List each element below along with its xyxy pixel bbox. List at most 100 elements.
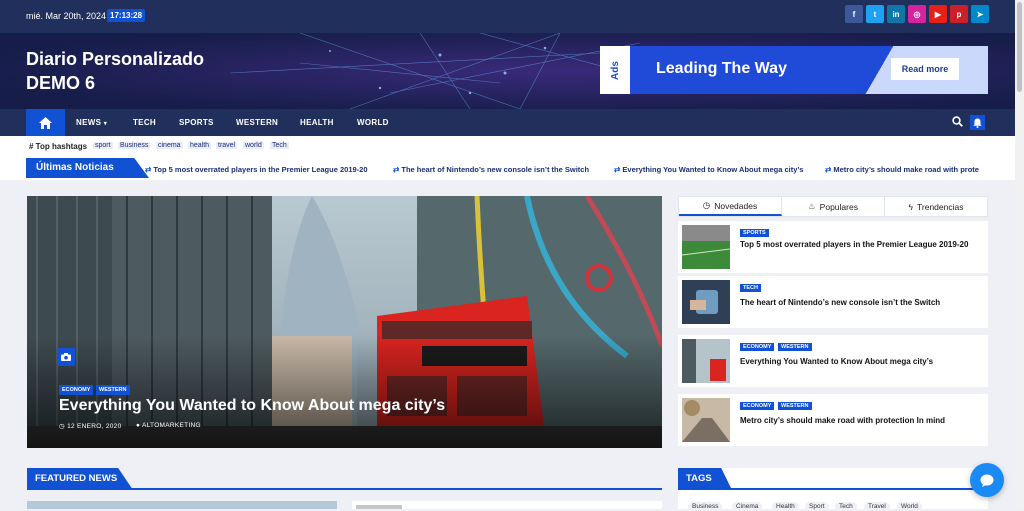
- nav-item-news[interactable]: NEWS ▾: [76, 118, 107, 127]
- hero-date: ◷ 12 ENERO, 2020: [59, 423, 122, 430]
- hashtags-label: # Top hashtags: [29, 142, 88, 151]
- ad-tag: Ads: [600, 46, 630, 94]
- hero-title[interactable]: Everything You Wanted to Know About mega…: [59, 397, 445, 415]
- featured-news-section: FEATURED NEWS: [27, 468, 662, 490]
- main-navigation: NEWS ▾ TECH SPORTS WESTERN HEALTH WORLD: [0, 109, 1015, 136]
- post-title[interactable]: Metro city’s should make road with prote…: [740, 414, 972, 427]
- card-thumbnail: [356, 505, 402, 509]
- chevron-down-icon: ▾: [103, 121, 108, 127]
- post-category[interactable]: TECH: [740, 284, 761, 292]
- clock-icon: ◷: [59, 423, 65, 430]
- hero-post[interactable]: ECONOMY WESTERN Everything You Wanted to…: [27, 196, 662, 448]
- tag-chip[interactable]: Sport: [805, 502, 829, 511]
- post-title[interactable]: The heart of Nintendo’s new console isn’…: [740, 296, 972, 309]
- hashtags-bar: # Top hashtags sport Business cinema hea…: [0, 136, 1015, 157]
- social-links: f t in ◎ ▶ p ➤: [845, 5, 989, 23]
- nav-item-western[interactable]: WESTERN: [236, 118, 278, 127]
- tab-novedades[interactable]: ◷ Novedades: [679, 197, 782, 216]
- tag-chip[interactable]: Business: [688, 502, 723, 511]
- tags-header: TAGS: [678, 468, 988, 490]
- post-title[interactable]: Top 5 most overrated players in the Prem…: [740, 238, 972, 251]
- tab-populares[interactable]: ♨ Populares: [782, 197, 885, 216]
- header-ad-banner[interactable]: Ads Leading The Way Read more: [600, 46, 988, 94]
- site-header: Diario Personalizado DEMO 6 Ads Leading …: [0, 33, 1015, 109]
- featured-card[interactable]: [27, 501, 337, 509]
- tags-title: TAGS: [678, 468, 732, 490]
- hero-category-western[interactable]: WESTERN: [96, 385, 130, 395]
- clock-icon: ◷: [702, 200, 711, 210]
- list-item[interactable]: ECONOMY WESTERN Everything You Wanted to…: [678, 335, 988, 387]
- post-category[interactable]: ECONOMY: [740, 343, 775, 351]
- nav-item-tech[interactable]: TECH: [133, 118, 156, 127]
- post-thumbnail: [682, 225, 730, 269]
- tag-chip[interactable]: Travel: [864, 502, 890, 511]
- tag-chip[interactable]: Tech: [835, 502, 857, 511]
- nav-item-world[interactable]: WORLD: [357, 118, 389, 127]
- hashtag-health[interactable]: health: [188, 142, 212, 149]
- featured-card[interactable]: [352, 501, 662, 509]
- nav-item-sports[interactable]: SPORTS: [179, 118, 214, 127]
- twitter-icon[interactable]: t: [866, 5, 884, 23]
- site-title-line2: DEMO 6: [26, 73, 96, 93]
- chat-button[interactable]: [970, 463, 1004, 497]
- tag-chip[interactable]: Health: [772, 502, 799, 511]
- hashtag-tech[interactable]: Tech: [270, 142, 289, 149]
- fire-icon: ♨: [808, 201, 816, 211]
- list-item[interactable]: SPORTS Top 5 most overrated players in t…: [678, 221, 988, 273]
- instagram-icon[interactable]: ◎: [908, 5, 926, 23]
- site-title-line1: Diario Personalizado: [26, 49, 205, 69]
- sidebar-tabs: ◷ Novedades ♨ Populares ϟ Trendencias: [678, 196, 988, 217]
- post-thumbnail: [682, 339, 730, 383]
- hashtag-sport[interactable]: sport: [93, 142, 113, 149]
- home-icon: [39, 116, 52, 129]
- ticker-label: Últimas Noticias: [26, 158, 149, 178]
- ticker-item[interactable]: ⇄ Top 5 most overrated players in the Pr…: [145, 165, 368, 174]
- tab-trendencias[interactable]: ϟ Trendencias: [885, 197, 987, 216]
- bolt-icon: ϟ: [908, 201, 914, 212]
- hashtag-world[interactable]: world: [243, 142, 264, 149]
- home-button[interactable]: [26, 109, 65, 136]
- pinterest-icon[interactable]: p: [950, 5, 968, 23]
- tag-chip[interactable]: World: [897, 502, 922, 511]
- post-thumbnail: [682, 280, 730, 324]
- list-item[interactable]: TECH The heart of Nintendo’s new console…: [678, 276, 988, 328]
- featured-news-title: FEATURED NEWS: [27, 468, 133, 490]
- site-title[interactable]: Diario Personalizado DEMO 6: [26, 47, 204, 95]
- tags-widget: TAGS Business Cinema Health Sport Tech T…: [678, 468, 988, 511]
- post-category[interactable]: WESTERN: [778, 402, 812, 410]
- facebook-icon[interactable]: f: [845, 5, 863, 23]
- current-date: mié. Mar 20th, 2024: [26, 11, 107, 21]
- ad-read-more-button[interactable]: Read more: [891, 58, 959, 80]
- hashtag-cinema[interactable]: cinema: [156, 142, 183, 149]
- telegram-icon[interactable]: ➤: [971, 5, 989, 23]
- post-category[interactable]: ECONOMY: [740, 402, 775, 410]
- hero-author[interactable]: ● ALTOMARKETING: [136, 422, 201, 429]
- tag-chip[interactable]: Cinema: [732, 502, 763, 511]
- ticker-item[interactable]: ⇄ The heart of Nintendo’s new console is…: [393, 165, 589, 174]
- ad-headline: Leading The Way: [656, 60, 787, 77]
- bell-icon: [973, 118, 982, 128]
- latest-news-ticker: Últimas Noticias ⇄ Top 5 most overrated …: [0, 157, 1015, 180]
- chat-icon: [980, 474, 994, 487]
- post-title[interactable]: Everything You Wanted to Know About mega…: [740, 355, 972, 368]
- top-bar: mié. Mar 20th, 2024 17:13:28 f t in ◎ ▶ …: [0, 0, 1015, 33]
- list-item[interactable]: ECONOMY WESTERN Metro city’s should make…: [678, 394, 988, 446]
- hashtag-business[interactable]: Business: [118, 142, 151, 149]
- post-category[interactable]: WESTERN: [778, 343, 812, 351]
- user-icon: ●: [136, 422, 141, 429]
- scrollbar-thumb[interactable]: [1017, 2, 1022, 92]
- nav-item-health[interactable]: HEALTH: [300, 118, 334, 127]
- post-category[interactable]: SPORTS: [740, 229, 769, 237]
- youtube-icon[interactable]: ▶: [929, 5, 947, 23]
- hero-category-economy[interactable]: ECONOMY: [59, 385, 94, 395]
- ticker-item[interactable]: ⇄ Metro city’s should make road with pro…: [825, 165, 979, 174]
- post-thumbnail: [682, 398, 730, 442]
- linkedin-icon[interactable]: in: [887, 5, 905, 23]
- notification-button[interactable]: [970, 115, 985, 130]
- current-time: 17:13:28: [107, 9, 146, 22]
- camera-icon: [57, 348, 75, 366]
- ticker-item[interactable]: ⇄ Everything You Wanted to Know About me…: [614, 165, 803, 174]
- hashtag-travel[interactable]: travel: [216, 142, 238, 149]
- search-icon[interactable]: [952, 116, 963, 127]
- page-scrollbar[interactable]: [1015, 0, 1024, 509]
